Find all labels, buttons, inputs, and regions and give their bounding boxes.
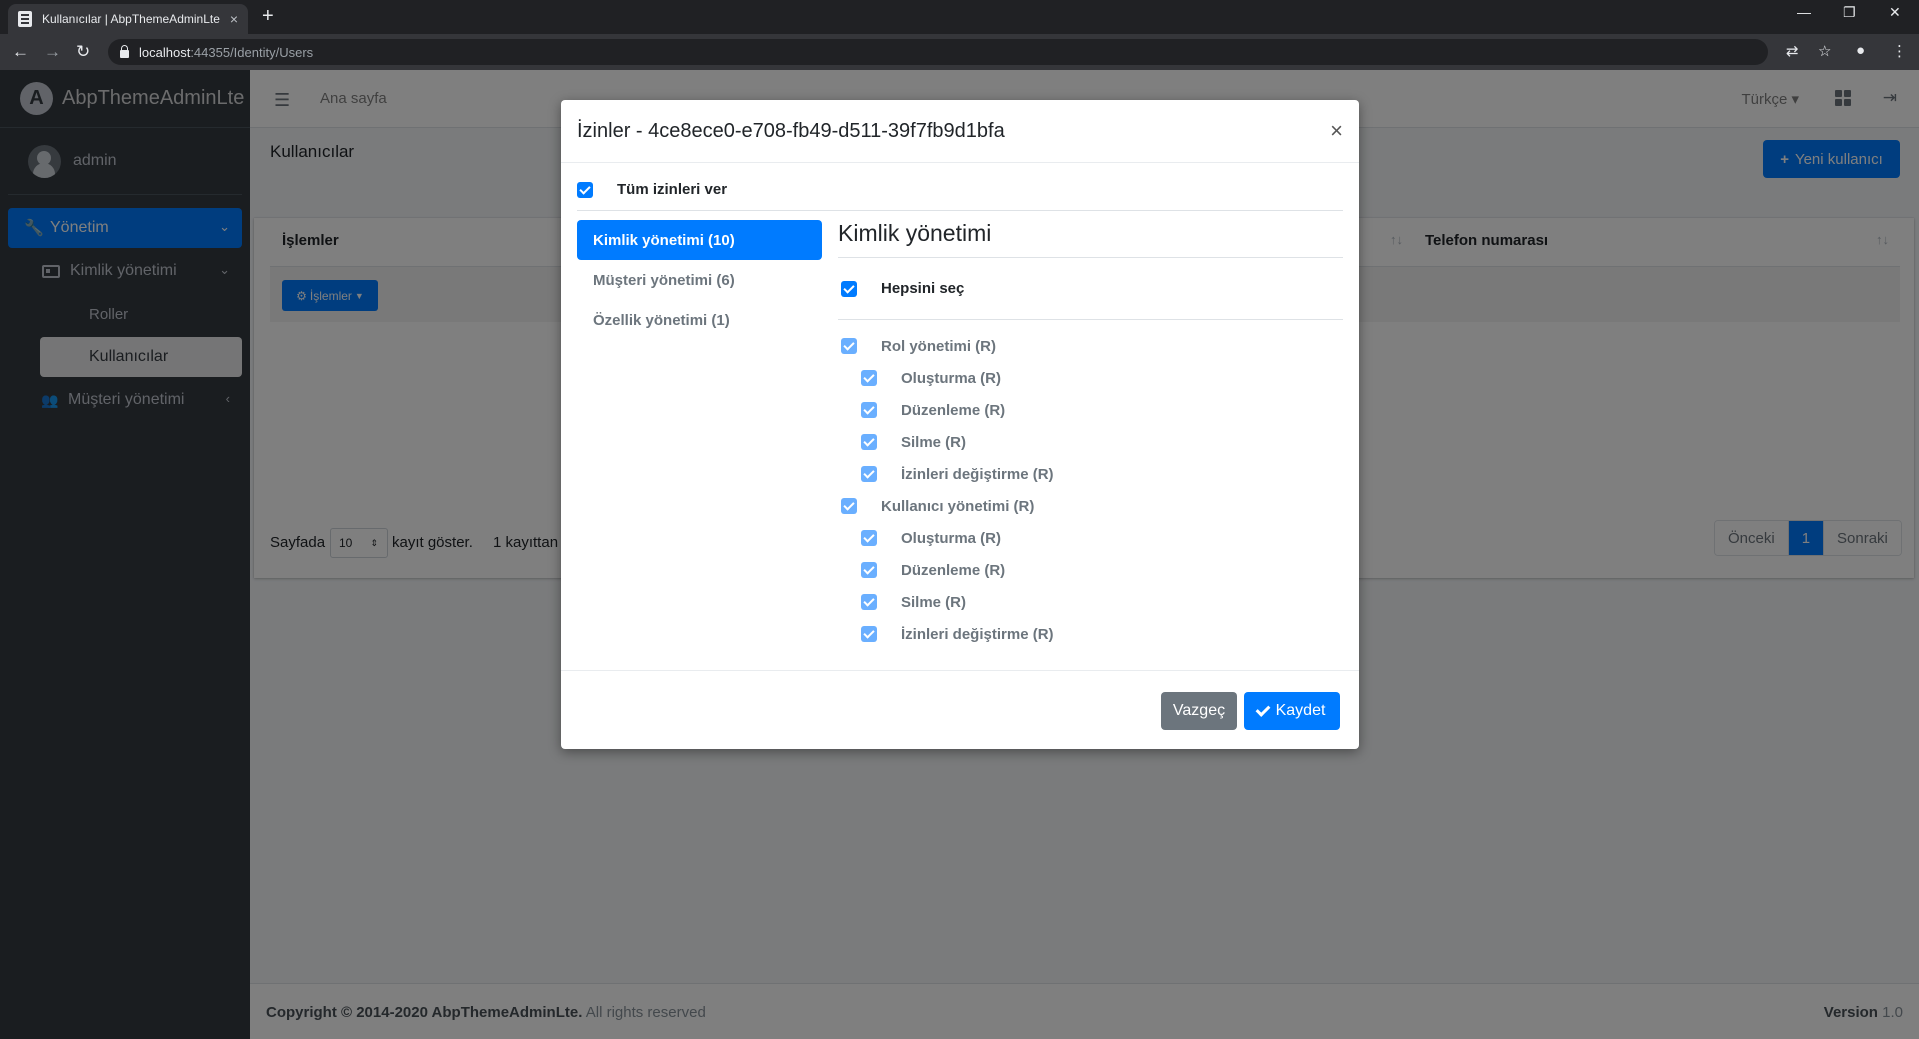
save-label: Kaydet — [1275, 702, 1326, 719]
translate-icon[interactable]: ⇄ — [1786, 42, 1799, 60]
window-maximize-icon[interactable]: ❐ — [1843, 4, 1856, 21]
tab-ozellik-yonetimi[interactable]: Özellik yönetimi (1) — [577, 300, 822, 340]
checkbox-checked-icon[interactable] — [841, 338, 857, 354]
permission-label: Rol yönetimi (R) — [881, 337, 996, 355]
checkbox-checked-icon[interactable] — [861, 530, 877, 546]
page-favicon-icon — [18, 11, 32, 27]
url-path: :44355/Identity/Users — [190, 44, 314, 60]
check-icon — [1255, 701, 1271, 717]
select-all-checkbox[interactable]: Hepsini seç — [838, 258, 1343, 320]
select-all-label: Hepsini seç — [881, 280, 965, 297]
browser-tab-title: Kullanıcılar | AbpThemeAdminLte — [42, 12, 220, 26]
permission-item[interactable]: Düzenleme (R) — [838, 554, 1343, 586]
checkbox-checked-icon[interactable] — [861, 594, 877, 610]
permission-item[interactable]: Düzenleme (R) — [838, 394, 1343, 426]
back-arrow-icon[interactable]: ← — [12, 42, 29, 62]
url-host: localhost — [139, 44, 191, 60]
browser-tab-bar: Kullanıcılar | AbpThemeAdminLte × + — ❐ … — [0, 0, 1919, 34]
tab-close-icon[interactable]: × — [230, 11, 238, 27]
permission-label: Silme (R) — [901, 593, 967, 611]
permission-item[interactable]: Oluşturma (R) — [838, 522, 1343, 554]
permission-label: Oluşturma (R) — [901, 529, 1002, 547]
modal-footer: Vazgeç Kaydet — [561, 670, 1359, 749]
checkbox-checked-icon[interactable] — [861, 466, 877, 482]
grant-all-label: Tüm izinleri ver — [617, 181, 728, 198]
permission-panel: Kimlik yönetimi Hepsini seç Rol yönetimi… — [838, 220, 1343, 650]
new-tab-icon[interactable]: + — [262, 5, 274, 28]
permission-item[interactable]: Rol yönetimi (R) — [838, 330, 1343, 362]
panel-title: Kimlik yönetimi — [838, 220, 1343, 258]
checkbox-checked-icon[interactable] — [841, 498, 857, 514]
window-minimize-icon[interactable]: — — [1797, 4, 1811, 20]
bookmark-star-icon[interactable]: ☆ — [1818, 42, 1831, 60]
permission-item[interactable]: Silme (R) — [838, 426, 1343, 458]
checkbox-checked-icon[interactable] — [861, 370, 877, 386]
permission-item[interactable]: İzinleri değiştirme (R) — [838, 458, 1343, 490]
address-bar[interactable]: localhost:44355/Identity/Users — [108, 39, 1768, 65]
checkbox-checked-icon[interactable] — [577, 181, 593, 198]
reload-icon[interactable]: ↻ — [76, 42, 90, 62]
tab-musteri-yonetimi[interactable]: Müşteri yönetimi (6) — [577, 260, 822, 300]
modal-title: İzinler - 4ce8ece0-e708-fb49-d511-39f7fb… — [577, 119, 1005, 142]
permission-label: Oluşturma (R) — [901, 369, 1002, 387]
permission-group-tabs: Kimlik yönetimi (10) Müşteri yönetimi (6… — [577, 220, 822, 340]
permission-label: Silme (R) — [901, 433, 967, 451]
checkbox-checked-icon[interactable] — [841, 280, 857, 297]
permissions-modal: İzinler - 4ce8ece0-e708-fb49-d511-39f7fb… — [561, 100, 1359, 749]
permission-item[interactable]: İzinleri değiştirme (R) — [838, 618, 1343, 650]
lock-icon — [120, 45, 129, 58]
window-close-icon[interactable]: ✕ — [1889, 4, 1901, 21]
permission-label: İzinleri değiştirme (R) — [901, 465, 1054, 483]
save-button[interactable]: Kaydet — [1244, 692, 1340, 730]
close-icon[interactable]: × — [1330, 118, 1343, 144]
permission-item[interactable]: Silme (R) — [838, 586, 1343, 618]
permission-label: İzinleri değiştirme (R) — [901, 625, 1054, 643]
checkbox-checked-icon[interactable] — [861, 562, 877, 578]
modal-header: İzinler - 4ce8ece0-e708-fb49-d511-39f7fb… — [561, 100, 1359, 163]
cancel-button[interactable]: Vazgeç — [1161, 692, 1237, 730]
permission-label: Düzenleme (R) — [901, 561, 1006, 579]
permission-list: Rol yönetimi (R) Oluşturma (R) Düzenleme… — [838, 320, 1343, 650]
permission-label: Düzenleme (R) — [901, 401, 1006, 419]
permission-item[interactable]: Oluşturma (R) — [838, 362, 1343, 394]
profile-icon[interactable]: ● — [1856, 42, 1865, 59]
checkbox-checked-icon[interactable] — [861, 402, 877, 418]
divider — [577, 210, 1343, 211]
permission-label: Kullanıcı yönetimi (R) — [881, 497, 1035, 515]
browser-tab[interactable]: Kullanıcılar | AbpThemeAdminLte × — [8, 4, 248, 34]
browser-toolbar: ← → ↻ localhost:44355/Identity/Users ⇄ ☆… — [0, 34, 1919, 70]
checkbox-checked-icon[interactable] — [861, 434, 877, 450]
grant-all-checkbox[interactable]: Tüm izinleri ver — [577, 181, 727, 198]
tab-kimlik-yonetimi[interactable]: Kimlik yönetimi (10) — [577, 220, 822, 260]
permission-item[interactable]: Kullanıcı yönetimi (R) — [838, 490, 1343, 522]
forward-arrow-icon[interactable]: → — [44, 42, 61, 62]
browser-menu-icon[interactable]: ⋮ — [1892, 42, 1907, 60]
checkbox-checked-icon[interactable] — [861, 626, 877, 642]
